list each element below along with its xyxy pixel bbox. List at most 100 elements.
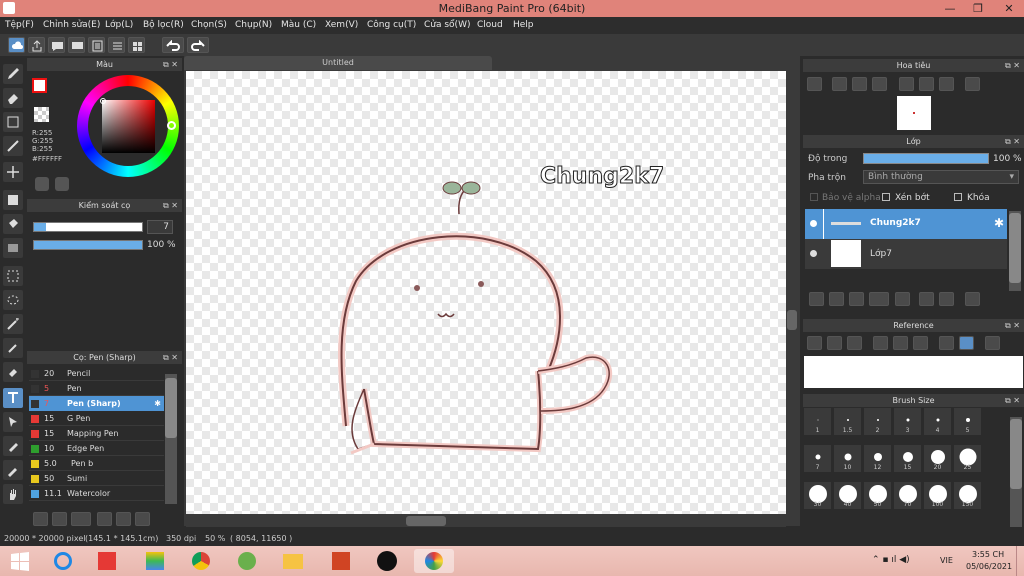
menu-filter[interactable]: Bộ lọc(R)	[143, 20, 184, 30]
brush-copy-icon[interactable]	[135, 512, 150, 526]
vertical-scrollbar[interactable]	[786, 70, 798, 516]
document-tab[interactable]: Untitled	[184, 56, 492, 70]
merge-down-icon[interactable]	[939, 292, 954, 306]
zoom-out-icon[interactable]	[832, 77, 847, 91]
brush-item[interactable]: 50 Sumi	[29, 471, 164, 486]
text-tool-icon[interactable]	[3, 388, 23, 408]
clock-date[interactable]: 05/06/2021	[966, 562, 1012, 571]
vertical-scroll-thumb[interactable]	[787, 310, 797, 330]
protect-alpha-checkbox[interactable]	[810, 193, 818, 201]
menu-color[interactable]: Màu (C)	[281, 20, 316, 30]
transparent-color-swatch[interactable]	[34, 107, 49, 122]
new-halftone-layer-icon[interactable]	[849, 292, 864, 306]
menu-select[interactable]: Chọn(S)	[191, 20, 227, 30]
internet-explorer-icon[interactable]	[48, 549, 76, 573]
medibang-taskbar-icon[interactable]	[414, 549, 454, 573]
foreground-color-swatch[interactable]	[32, 78, 47, 93]
brush-size-cell[interactable]: 20	[924, 445, 952, 473]
panel-close-icon[interactable]: ⧉ ✕	[163, 199, 178, 212]
color-settings-icon[interactable]	[55, 177, 69, 191]
edit-tool-icon[interactable]	[3, 136, 23, 156]
eyedropper-tool-icon[interactable]	[3, 460, 23, 480]
brush-size-cell[interactable]: 12	[864, 445, 892, 473]
brush-size-cell[interactable]: 1	[804, 408, 832, 436]
magic-wand-tool-icon[interactable]	[3, 314, 23, 334]
brush-item[interactable]: 10 Edge Pen	[29, 441, 164, 456]
lasso-tool-icon[interactable]	[3, 290, 23, 310]
grid-icon[interactable]	[128, 37, 145, 53]
brush-size-cell[interactable]: 5	[954, 408, 982, 436]
calculator-icon[interactable]	[92, 549, 120, 573]
panel-close-icon[interactable]: ⧉ ✕	[163, 58, 178, 71]
reference-eyedropper-icon[interactable]	[939, 336, 954, 350]
document-icon[interactable]	[88, 37, 105, 53]
reference-open-icon[interactable]	[827, 336, 842, 350]
reference-zoom-in-icon[interactable]	[873, 336, 888, 350]
brush-size-cell[interactable]: 10	[834, 445, 862, 473]
select-pen-tool-icon[interactable]	[3, 338, 23, 358]
brush-size-cell[interactable]: 25	[954, 445, 982, 473]
brush-item[interactable]: 5 Pen	[29, 381, 164, 396]
duplicate-layer-icon[interactable]	[829, 292, 844, 306]
reference-hand-icon[interactable]	[959, 336, 974, 350]
layer-menu-icon[interactable]	[869, 292, 889, 306]
brush-tool-icon[interactable]	[3, 64, 23, 84]
layer-opacity-slider[interactable]	[863, 153, 989, 164]
panel-close-icon[interactable]: ⧉ ✕	[1005, 319, 1020, 332]
rotate-icon[interactable]	[899, 77, 914, 91]
chrome-icon[interactable]	[186, 549, 214, 573]
color-picker-cursor[interactable]	[100, 98, 106, 104]
brush-item[interactable]: 11.1 Watercolor	[29, 486, 164, 501]
fit-screen-icon[interactable]	[852, 77, 867, 91]
panel-close-icon[interactable]: ⧉ ✕	[1005, 394, 1020, 407]
panel-close-icon[interactable]: ⧉ ✕	[1005, 59, 1020, 72]
share-icon[interactable]	[28, 37, 45, 53]
minimize-icon[interactable]: —	[936, 0, 964, 17]
brush-size-cell[interactable]: 1.5	[834, 408, 862, 436]
gradient-tool-icon[interactable]	[3, 238, 23, 258]
navigator-thumbnail[interactable]	[897, 96, 931, 130]
brush-size-cell[interactable]: 4	[924, 408, 952, 436]
layer-scrollbar[interactable]	[1009, 211, 1021, 291]
clipping-checkbox[interactable]	[882, 193, 890, 201]
move-tool-icon[interactable]	[3, 162, 23, 182]
brush-size-cell[interactable]: 15	[894, 445, 922, 473]
blur-tool-icon[interactable]	[3, 436, 23, 456]
brush-item[interactable]: 5.0 Pen b	[29, 456, 164, 471]
brush-size-cell[interactable]: 50	[864, 482, 892, 510]
brush-settings-gear-icon[interactable]: ✱	[154, 396, 161, 411]
message-icon[interactable]	[68, 37, 85, 53]
reset-icon[interactable]	[939, 77, 954, 91]
brush-size-value[interactable]: 7	[147, 220, 173, 234]
brush-size-cell[interactable]: 150	[954, 482, 982, 510]
select-rect-tool-icon[interactable]	[3, 266, 23, 286]
lock-checkbox[interactable]	[954, 193, 962, 201]
menu-layer[interactable]: Lớp(L)	[105, 20, 133, 30]
visibility-eye-icon[interactable]	[810, 220, 817, 227]
file-explorer-icon[interactable]	[278, 549, 306, 573]
menu-tools[interactable]: Công cụ(T)	[367, 20, 416, 30]
show-desktop-button[interactable]	[1016, 546, 1024, 576]
close-icon[interactable]: ✕	[994, 0, 1024, 17]
brush-list-scrollbar[interactable]	[165, 374, 177, 504]
brush-item[interactable]: 15 Mapping Pen	[29, 426, 164, 441]
reference-close-icon[interactable]	[847, 336, 862, 350]
brush-doc-icon[interactable]	[97, 512, 112, 526]
layer-copy-icon[interactable]	[919, 292, 934, 306]
menu-capture[interactable]: Chụp(N)	[235, 20, 272, 30]
undo-icon[interactable]	[162, 37, 184, 53]
layer-folder-icon[interactable]	[895, 292, 910, 306]
list-icon[interactable]	[108, 37, 125, 53]
layer-row-selected[interactable]: Chung2k7 ✱	[805, 209, 1007, 239]
hand-tool-icon[interactable]	[3, 484, 23, 504]
brush-size-cell[interactable]: 40	[834, 482, 862, 510]
cloud-icon[interactable]	[8, 37, 25, 53]
brush-folder-icon[interactable]	[116, 512, 131, 526]
actual-size-icon[interactable]	[872, 77, 887, 91]
brush-size-scrollbar[interactable]	[1010, 417, 1022, 527]
layer-row[interactable]: Lớp7	[805, 239, 1007, 269]
menu-view[interactable]: Xem(V)	[325, 20, 358, 30]
brush-size-cell[interactable]: 100	[924, 482, 952, 510]
palette-icon[interactable]	[35, 177, 49, 191]
redo-icon[interactable]	[187, 37, 209, 53]
